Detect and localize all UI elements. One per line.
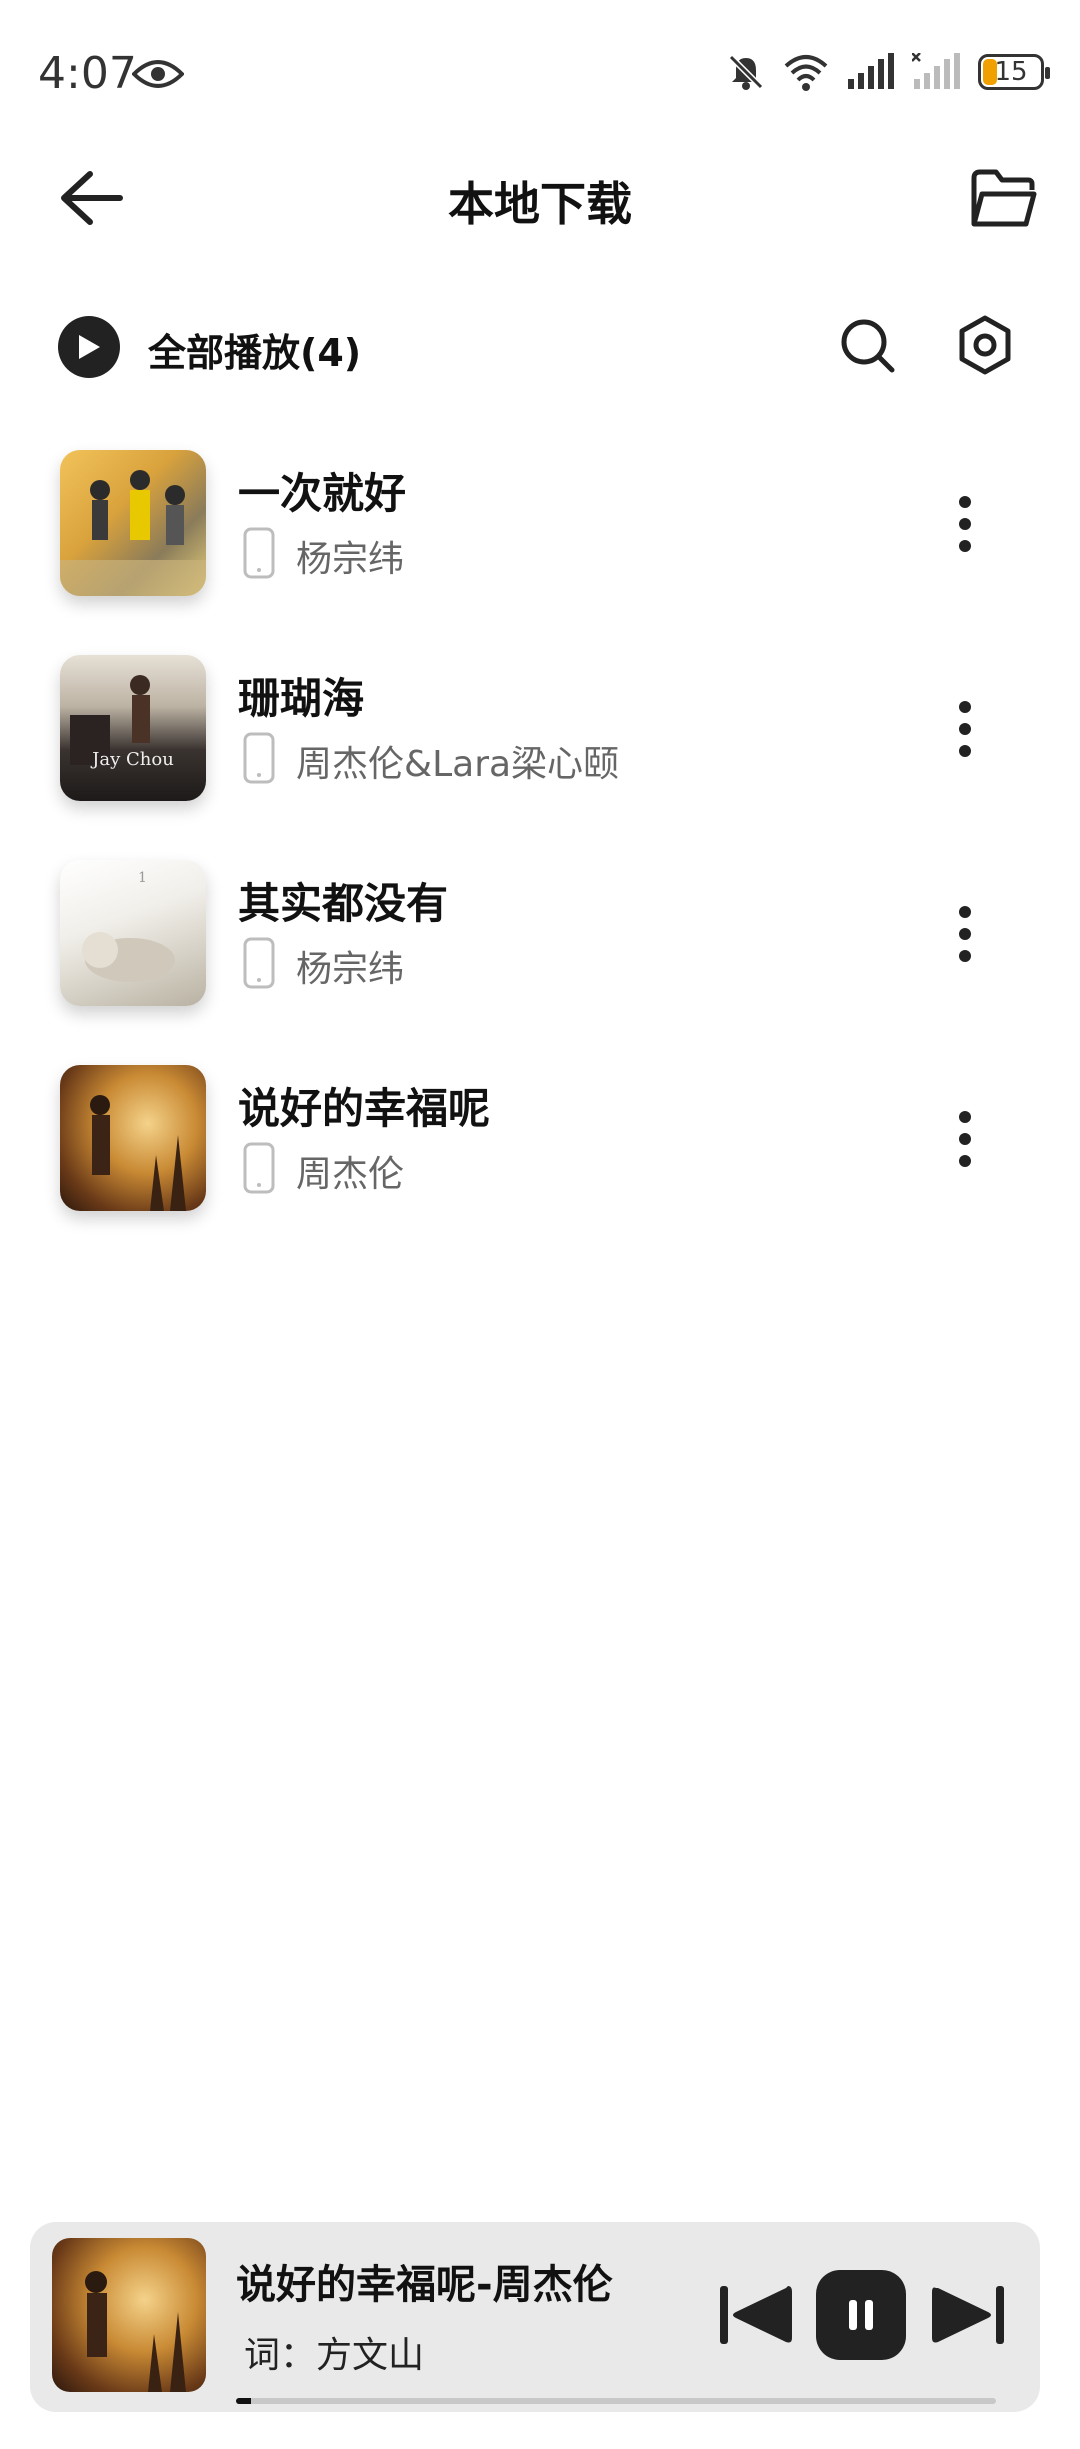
svg-text:1: 1 bbox=[138, 870, 147, 886]
song-title: 说好的幸福呢 bbox=[238, 1084, 491, 1133]
list-item[interactable]: Jay Chou 珊瑚海 周杰伦&Lara梁心颐 bbox=[0, 655, 1080, 861]
signal-icon bbox=[848, 53, 894, 89]
bell-off-icon bbox=[728, 54, 764, 90]
more-options-icon[interactable] bbox=[950, 904, 980, 964]
playback-progress[interactable] bbox=[236, 2398, 996, 2404]
song-title: 一次就好 bbox=[238, 469, 407, 518]
svg-text:Jay Chou: Jay Chou bbox=[90, 749, 174, 770]
gear-icon[interactable] bbox=[954, 314, 1016, 376]
wifi-icon bbox=[784, 55, 828, 91]
status-time: 4:07 bbox=[38, 48, 137, 99]
list-item[interactable]: 1 其实都没有 杨宗纬 bbox=[0, 860, 1080, 1066]
song-artist: 杨宗纬 bbox=[296, 949, 405, 990]
pause-button[interactable] bbox=[816, 2270, 906, 2360]
folder-icon[interactable] bbox=[970, 168, 1038, 230]
page-title: 本地下载 bbox=[448, 177, 632, 231]
phone-icon bbox=[243, 732, 275, 784]
battery-level: 15 bbox=[994, 57, 1028, 87]
song-title: 珊瑚海 bbox=[238, 674, 365, 723]
previous-icon[interactable] bbox=[718, 2280, 794, 2350]
more-options-icon[interactable] bbox=[950, 699, 980, 759]
play-icon bbox=[79, 335, 100, 359]
song-artist: 周杰伦 bbox=[296, 1154, 405, 1195]
album-cover: Jay Chou bbox=[60, 655, 206, 801]
more-options-icon[interactable] bbox=[950, 1109, 980, 1169]
phone-icon bbox=[243, 1142, 275, 1194]
more-options-icon[interactable] bbox=[950, 494, 980, 554]
list-item[interactable]: 说好的幸福呢 周杰伦 bbox=[0, 1065, 1080, 1271]
play-all-label[interactable]: 全部播放(4) bbox=[148, 322, 361, 377]
song-artist: 周杰伦&Lara梁心颐 bbox=[296, 744, 620, 785]
song-title: 其实都没有 bbox=[238, 879, 449, 928]
status-icons: 15 bbox=[726, 52, 1050, 92]
now-playing-title[interactable]: 说好的幸福呢-周杰伦 bbox=[236, 2252, 613, 2310]
play-all-button[interactable] bbox=[58, 316, 120, 378]
album-cover bbox=[60, 1065, 206, 1211]
search-icon[interactable] bbox=[838, 316, 898, 376]
album-cover: 1 bbox=[60, 860, 206, 1006]
pause-icon bbox=[849, 2300, 873, 2330]
eye-icon bbox=[132, 60, 184, 88]
phone-icon bbox=[243, 937, 275, 989]
now-playing-cover bbox=[52, 2238, 206, 2392]
phone-icon bbox=[243, 527, 275, 579]
signal-off-icon bbox=[912, 53, 960, 89]
playback-progress-fill bbox=[236, 2398, 252, 2404]
mini-player[interactable]: 说好的幸福呢-周杰伦 词：方文山 bbox=[30, 2222, 1040, 2412]
album-cover bbox=[60, 450, 206, 596]
now-playing-lyric: 词：方文山 bbox=[244, 2335, 425, 2376]
battery-icon: 15 bbox=[978, 54, 1050, 90]
next-icon[interactable] bbox=[930, 2280, 1006, 2350]
song-artist: 杨宗纬 bbox=[296, 539, 405, 580]
list-item[interactable]: 一次就好 杨宗纬 bbox=[0, 450, 1080, 656]
